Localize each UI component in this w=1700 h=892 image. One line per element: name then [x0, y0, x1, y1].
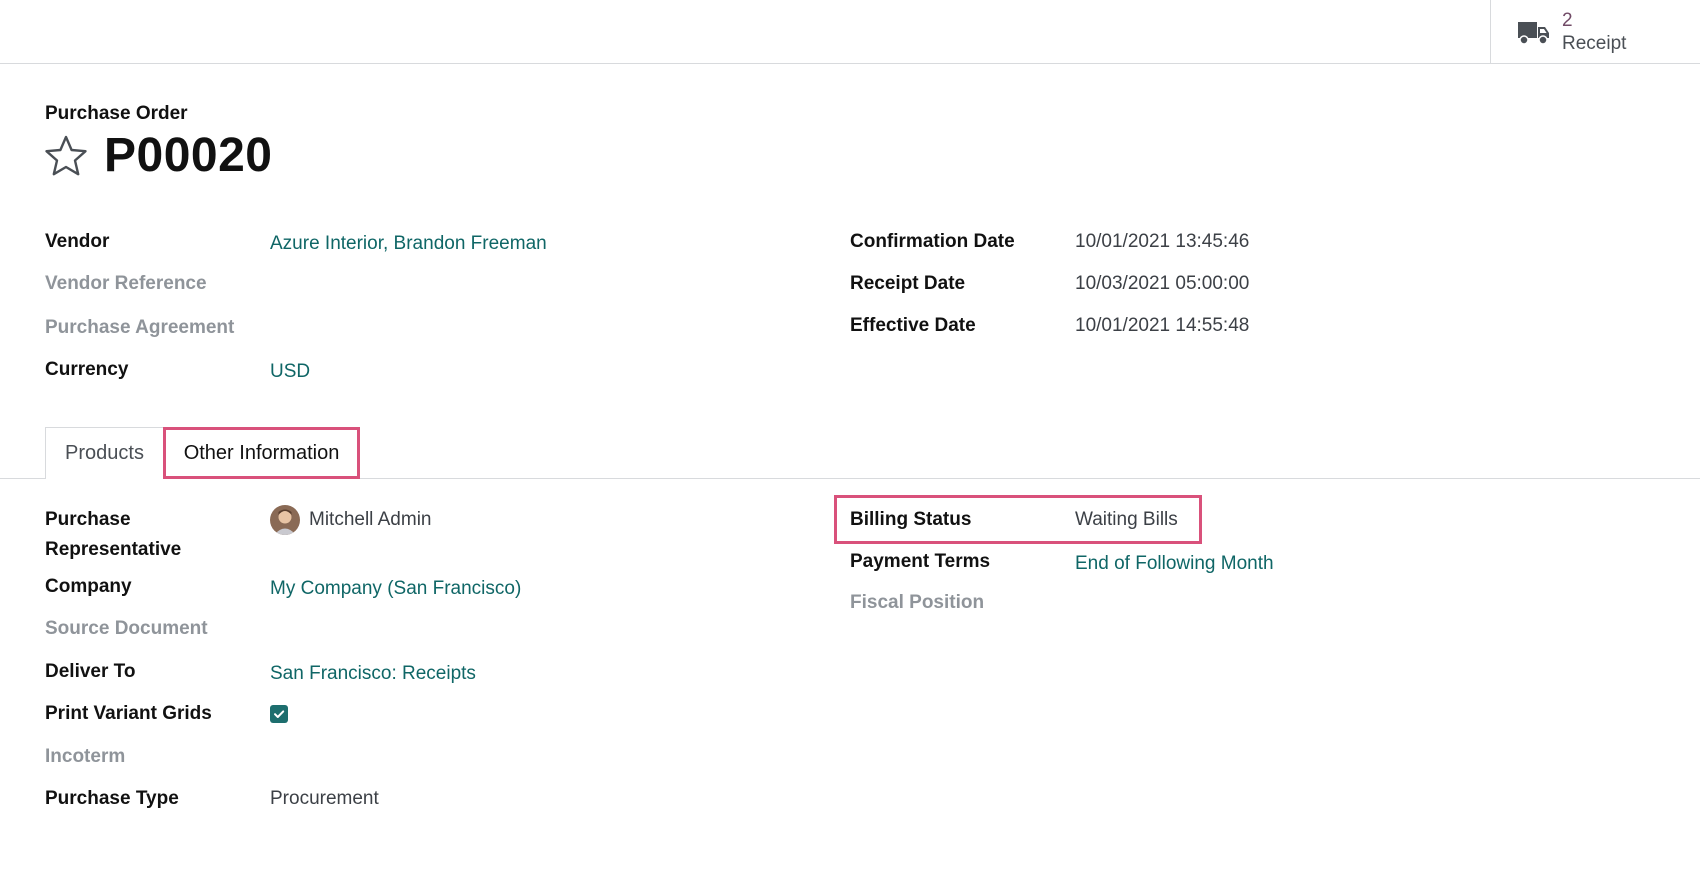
tab-products[interactable]: Products: [45, 427, 164, 479]
receipt-date-value: 10/03/2021 05:00:00: [1075, 273, 1250, 294]
purchase-type-label: Purchase Type: [45, 788, 179, 809]
purchase-representative-value-wrap: Mitchell Admin: [309, 505, 432, 535]
deliver-to-label: Deliver To: [45, 661, 136, 682]
star-icon[interactable]: [44, 134, 88, 178]
purchase-representative-value[interactable]: Mitchell Admin: [309, 509, 432, 530]
receipt-count: 2: [1562, 9, 1573, 31]
vendor-value[interactable]: Azure Interior, Brandon Freeman: [270, 229, 547, 259]
source-document-label: Source Document: [45, 618, 208, 639]
receipt-label: Receipt: [1562, 32, 1627, 54]
purchase-type-value: Procurement: [270, 788, 379, 809]
purchase-representative-label-line1: Purchase: [45, 509, 131, 530]
payment-terms-value[interactable]: End of Following Month: [1075, 549, 1274, 579]
vendor-reference-label: Vendor Reference: [45, 273, 207, 294]
confirmation-date-label: Confirmation Date: [850, 231, 1015, 252]
print-variant-grids-label: Print Variant Grids: [45, 703, 212, 724]
truck-icon: [1518, 21, 1549, 45]
company-value[interactable]: My Company (San Francisco): [270, 574, 521, 604]
payment-terms-label: Payment Terms: [850, 551, 991, 572]
fiscal-position-label: Fiscal Position: [850, 592, 985, 613]
vendor-label: Vendor: [45, 231, 110, 252]
company-label: Company: [45, 576, 132, 597]
avatar: [270, 505, 300, 535]
title-row: P00020: [44, 128, 273, 183]
field-purchase-representative: Purchase Representative: [45, 505, 285, 567]
effective-date-value: 10/01/2021 14:55:48: [1075, 315, 1250, 336]
tab-other-information[interactable]: Other Information: [163, 427, 360, 479]
check-icon: [274, 710, 285, 718]
purchase-representative-label-line2: Representative: [45, 539, 182, 560]
purchase-agreement-label: Purchase Agreement: [45, 317, 235, 338]
effective-date-label: Effective Date: [850, 315, 976, 336]
confirmation-date-value: 10/01/2021 13:45:46: [1075, 231, 1250, 252]
deliver-to-value[interactable]: San Francisco: Receipts: [270, 659, 476, 689]
receipt-date-label: Receipt Date: [850, 273, 966, 294]
currency-value[interactable]: USD: [270, 357, 310, 387]
billing-status-value: Waiting Bills: [1075, 509, 1178, 530]
currency-label: Currency: [45, 359, 129, 380]
page-title: P00020: [104, 129, 273, 182]
billing-status-label: Billing Status: [850, 509, 972, 530]
print-variant-grids-checkbox[interactable]: [270, 705, 288, 723]
incoterm-label: Incoterm: [45, 746, 126, 767]
receipt-smart-button[interactable]: 2 Receipt: [1490, 0, 1700, 63]
record-type-label: Purchase Order: [45, 103, 188, 124]
button-box: 2 Receipt: [0, 0, 1700, 64]
